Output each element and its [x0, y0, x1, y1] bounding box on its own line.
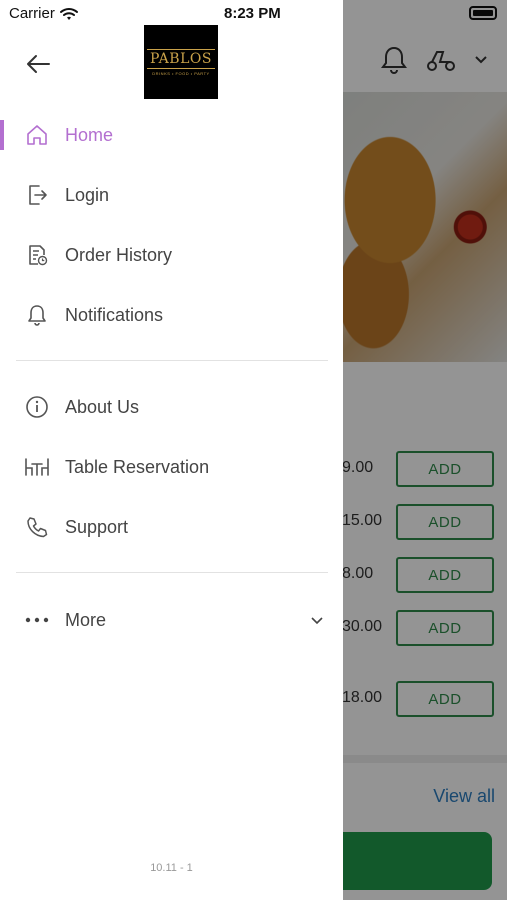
menu-label: Order History [65, 244, 173, 265]
login-icon [24, 182, 50, 208]
menu-label: Login [65, 184, 110, 205]
status-bar: Carrier 8:23 PM [0, 0, 507, 28]
order-history-icon [24, 242, 50, 268]
menu-label: Support [65, 516, 129, 537]
wifi-icon [59, 7, 78, 20]
navigation-drawer: PABLOS DRINKS • FOOD • PARTY Home Login … [0, 0, 343, 900]
arrow-left-icon [27, 55, 50, 73]
carrier: Carrier [9, 5, 78, 22]
home-icon [24, 122, 50, 148]
chevron-down-icon[interactable] [308, 611, 326, 629]
carrier-label: Carrier [9, 5, 55, 22]
menu-label: More [65, 609, 107, 630]
table-icon [24, 454, 50, 480]
back-button[interactable] [22, 48, 54, 80]
menu-item-notifications[interactable]: Notifications [0, 290, 343, 340]
bell-icon [24, 302, 50, 328]
logo-subtext: DRINKS • FOOD • PARTY [152, 70, 210, 76]
more-dots-icon [24, 607, 50, 633]
menu-item-table-reservation[interactable]: Table Reservation [0, 442, 343, 492]
menu-label: About Us [65, 396, 140, 417]
phone-icon [24, 514, 50, 540]
menu-label: Table Reservation [65, 456, 210, 477]
info-icon [24, 394, 50, 420]
menu-label: Notifications [65, 304, 164, 325]
menu-item-about-us[interactable]: About Us [0, 382, 343, 432]
menu-divider [16, 360, 328, 361]
menu-item-support[interactable]: Support [0, 502, 343, 552]
clock: 8:23 PM [224, 5, 281, 22]
menu-item-login[interactable]: Login [0, 170, 343, 220]
menu-divider [16, 572, 328, 573]
menu-item-more[interactable]: More [0, 595, 343, 645]
menu-item-home[interactable]: Home [0, 110, 343, 160]
logo-text: PABLOS [147, 48, 215, 69]
menu-label: Home [65, 124, 114, 145]
app-version: 10.11 - 1 [150, 862, 193, 874]
brand-logo: PABLOS DRINKS • FOOD • PARTY [144, 25, 218, 99]
menu-item-order-history[interactable]: Order History [0, 230, 343, 280]
